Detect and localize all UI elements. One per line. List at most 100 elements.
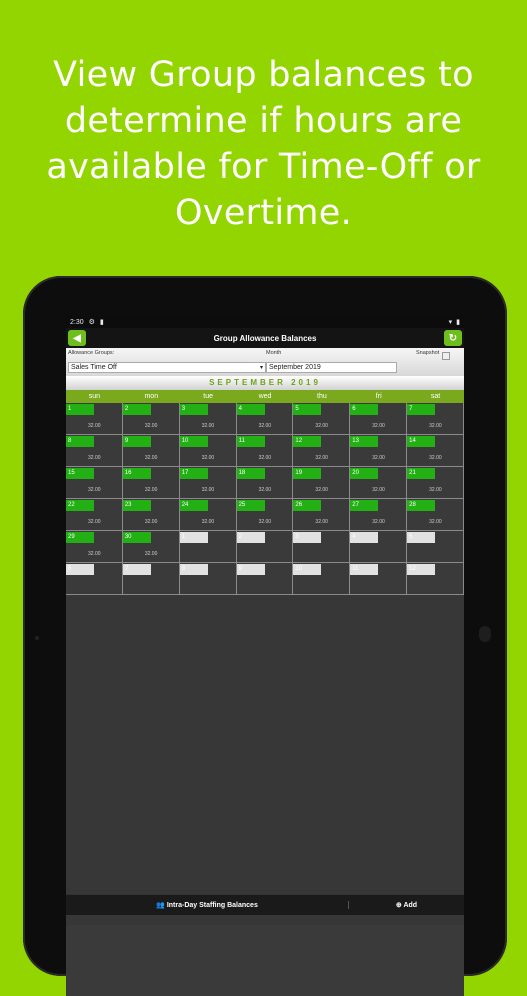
calendar-day-cell[interactable]: 15 32.00 — [66, 467, 123, 499]
calendar-day-cell[interactable]: 8 32.00 — [66, 435, 123, 467]
day-number-badge: 1 — [179, 532, 208, 543]
calendar-day-cell[interactable]: 21 32.00 — [407, 467, 464, 499]
add-label: Add — [403, 902, 418, 909]
calendar-day-cell[interactable]: 22 32.00 — [66, 499, 123, 531]
day-number-badge: 20 — [350, 468, 379, 479]
calendar-day-cell[interactable]: 1 32.00 — [66, 403, 123, 435]
bottom-action-bar: 👥 Intra-Day Staffing Balances ⊕ Add — [66, 894, 464, 915]
day-balance: 32.00 — [88, 487, 101, 493]
day-balance: 32.00 — [144, 487, 158, 493]
status-time: 2:30 — [70, 318, 84, 326]
side-button — [479, 626, 491, 642]
day-number-badge: 25 — [236, 500, 265, 511]
day-balance: 32.00 — [372, 487, 385, 493]
day-number-badge: 10 — [179, 436, 208, 447]
day-balance: 32.00 — [258, 519, 272, 525]
day-number-badge: 9 — [236, 564, 265, 575]
day-number-badge: 12 — [293, 436, 322, 447]
calendar-day-cell[interactable]: 16 32.00 — [122, 467, 180, 499]
weekday-label: sun — [88, 393, 101, 400]
calendar-day-cell[interactable]: 10 — [293, 563, 351, 595]
day-balance: 32.00 — [429, 455, 442, 461]
calendar-day-cell[interactable]: 7 — [122, 563, 180, 595]
calendar-day-cell[interactable]: 30 32.00 — [122, 531, 180, 563]
calendar-day-cell[interactable]: 27 32.00 — [350, 499, 408, 531]
allowance-groups-value: Sales Time Off — [71, 364, 117, 371]
day-number-badge: 8 — [66, 436, 94, 447]
calendar-day-cell[interactable]: 7 32.00 — [407, 403, 464, 435]
calendar-day-cell[interactable]: 25 32.00 — [236, 499, 294, 531]
app-screen: 2:30 ⚙ ▮ ▾ ▮ ◀ Group Allowance Balances … — [66, 316, 464, 996]
calendar-day-cell[interactable]: 6 — [66, 563, 123, 595]
calendar-day-cell[interactable]: 5 32.00 — [293, 403, 351, 435]
day-number-badge: 21 — [407, 468, 436, 479]
weekday-label: wed — [258, 393, 272, 400]
back-arrow-icon[interactable]: ◀ — [68, 330, 86, 346]
day-number-badge: 13 — [350, 436, 379, 447]
calendar-day-cell[interactable]: 11 — [350, 563, 408, 595]
day-balance: 32.00 — [201, 423, 215, 429]
calendar-day-cell[interactable]: 3 — [293, 531, 351, 563]
page-title: Group Allowance Balances — [213, 333, 317, 343]
snapshot-label: Snapshot — [416, 350, 440, 356]
day-number-badge: 10 — [293, 564, 322, 575]
intra-day-staffing-button[interactable]: 👥 Intra-Day Staffing Balances — [66, 901, 349, 909]
day-balance: 32.00 — [429, 519, 442, 525]
add-button[interactable]: ⊕ Add — [349, 901, 464, 909]
snapshot-checkbox[interactable] — [442, 352, 450, 360]
calendar-day-cell[interactable]: 2 — [236, 531, 294, 563]
day-number-badge: 7 — [407, 404, 436, 415]
weekday-label: fri — [375, 393, 382, 400]
calendar-day-cell[interactable]: 17 32.00 — [179, 467, 237, 499]
day-number-badge: 4 — [236, 404, 265, 415]
day-number-badge: 26 — [293, 500, 322, 511]
calendar-day-cell[interactable]: 28 32.00 — [407, 499, 464, 531]
day-number-badge: 30 — [122, 532, 151, 543]
calendar-day-cell[interactable]: 4 — [350, 531, 408, 563]
tablet-frame: 2:30 ⚙ ▮ ▾ ▮ ◀ Group Allowance Balances … — [23, 276, 507, 996]
day-number-badge: 15 — [66, 468, 94, 479]
day-balance: 32.00 — [88, 519, 101, 525]
day-number-badge: 7 — [122, 564, 151, 575]
calendar-day-cell[interactable]: 2 32.00 — [122, 403, 180, 435]
day-number-badge: 17 — [179, 468, 208, 479]
calendar-day-cell[interactable]: 4 32.00 — [236, 403, 294, 435]
calendar-day-cell[interactable]: 14 32.00 — [407, 435, 464, 467]
day-number-badge: 5 — [407, 532, 436, 543]
calendar-day-cell[interactable]: 24 32.00 — [179, 499, 237, 531]
day-balance: 32.00 — [258, 487, 272, 493]
day-number-badge: 9 — [122, 436, 151, 447]
calendar-day-cell[interactable]: 9 — [236, 563, 294, 595]
day-number-badge: 1 — [66, 404, 94, 415]
sim-icon: ▮ — [99, 319, 104, 326]
day-balance: 32.00 — [144, 551, 158, 557]
calendar-day-cell[interactable]: 26 32.00 — [293, 499, 351, 531]
calendar-day-cell[interactable]: 6 32.00 — [350, 403, 408, 435]
calendar-day-cell[interactable]: 1 — [179, 531, 237, 563]
day-number-badge: 27 — [350, 500, 379, 511]
weekday-label: mon — [144, 393, 159, 400]
allowance-groups-select[interactable]: Sales Time Off ▾ — [68, 362, 266, 373]
calendar-day-cell[interactable]: 8 — [179, 563, 237, 595]
calendar-day-cell[interactable]: 5 — [407, 531, 464, 563]
calendar-day-cell[interactable]: 19 32.00 — [293, 467, 351, 499]
refresh-icon[interactable]: ↻ — [444, 330, 462, 346]
calendar-day-cell[interactable]: 29 32.00 — [66, 531, 123, 563]
calendar-day-cell[interactable]: 11 32.00 — [236, 435, 294, 467]
calendar-day-cell[interactable]: 12 — [407, 563, 464, 595]
day-balance: 32.00 — [88, 455, 101, 461]
day-balance: 32.00 — [258, 455, 272, 461]
calendar-day-cell[interactable]: 20 32.00 — [350, 467, 408, 499]
calendar-day-cell[interactable]: 18 32.00 — [236, 467, 294, 499]
day-number-badge: 3 — [179, 404, 208, 415]
calendar-day-cell[interactable]: 3 32.00 — [179, 403, 237, 435]
calendar-day-cell[interactable]: 9 32.00 — [122, 435, 180, 467]
calendar-day-cell[interactable]: 12 32.00 — [293, 435, 351, 467]
calendar-day-cell[interactable]: 23 32.00 — [122, 499, 180, 531]
day-balance: 32.00 — [315, 519, 328, 525]
weekday-label: tue — [203, 393, 214, 400]
month-value: September 2019 — [269, 364, 321, 371]
month-field[interactable]: September 2019 — [266, 362, 397, 373]
calendar-day-cell[interactable]: 13 32.00 — [350, 435, 408, 467]
calendar-day-cell[interactable]: 10 32.00 — [179, 435, 237, 467]
